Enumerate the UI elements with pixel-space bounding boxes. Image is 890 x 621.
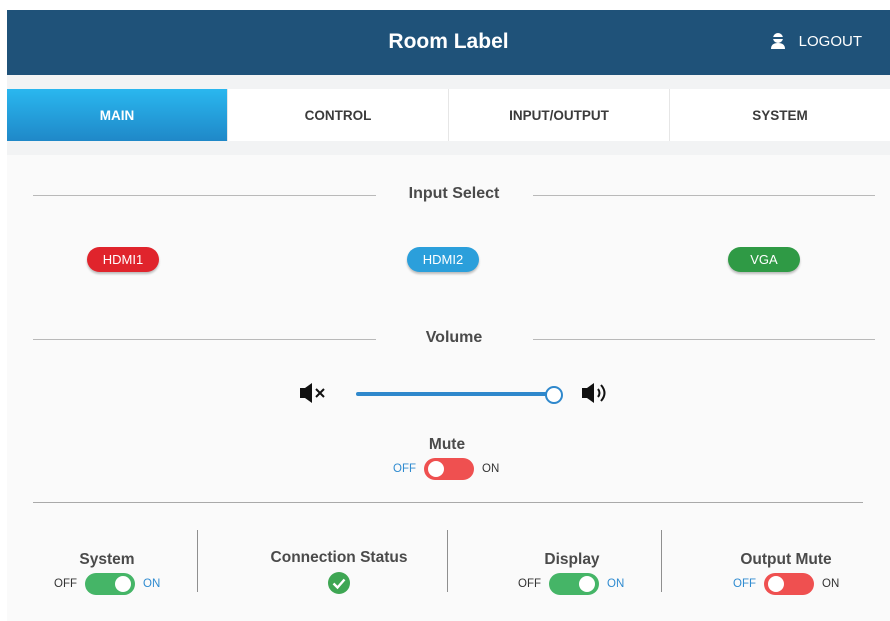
tab-input-output[interactable]: INPUT/OUTPUT — [449, 89, 670, 141]
system-toggle-row: OFF ON — [54, 573, 160, 595]
output-mute-toggle[interactable] — [764, 573, 814, 595]
display-off-label: OFF — [518, 578, 541, 590]
toggle-knob — [115, 576, 131, 592]
mute-title: Mute — [428, 436, 466, 453]
output-mute-on-label: ON — [822, 578, 840, 590]
user-icon — [770, 33, 785, 49]
input-vga-button[interactable]: VGA — [728, 247, 800, 272]
output-mute-title: Output Mute — [740, 551, 832, 568]
column-separator — [447, 530, 448, 592]
column-separator — [661, 530, 662, 592]
mute-on-label: ON — [482, 463, 500, 475]
volume-mute-icon[interactable] — [299, 382, 329, 404]
logout-label: LOGOUT — [798, 32, 862, 50]
display-title: Display — [544, 551, 600, 568]
volume-title: Volume — [425, 329, 483, 346]
tab-main[interactable]: MAIN — [7, 89, 228, 141]
input-hdmi2-button[interactable]: HDMI2 — [407, 247, 479, 272]
system-off-label: OFF — [54, 578, 77, 590]
toggle-knob — [768, 576, 784, 592]
room-title: Room Label — [388, 30, 509, 53]
output-mute-toggle-row: OFF ON — [733, 573, 839, 595]
volume-header: Volume — [33, 329, 875, 349]
mute-toggle[interactable] — [424, 458, 474, 480]
display-toggle-row: OFF ON — [518, 573, 624, 595]
system-on-label: ON — [143, 578, 161, 590]
display-toggle[interactable] — [549, 573, 599, 595]
input-hdmi1-button[interactable]: HDMI1 — [87, 247, 159, 272]
column-separator — [197, 530, 198, 592]
volume-slider-thumb[interactable] — [545, 386, 563, 404]
toggle-knob — [428, 461, 444, 477]
system-title: System — [79, 551, 135, 568]
section-divider — [33, 502, 863, 503]
output-mute-off-label: OFF — [733, 578, 756, 590]
volume-slider-track[interactable] — [356, 392, 553, 396]
logout-button[interactable]: LOGOUT — [769, 32, 862, 50]
volume-max-icon[interactable] — [581, 381, 611, 405]
tab-bar: MAIN CONTROL INPUT/OUTPUT SYSTEM — [7, 89, 890, 141]
connection-status-title: Connection Status — [270, 549, 408, 566]
input-select-title: Input Select — [408, 185, 500, 202]
toggle-knob — [579, 576, 595, 592]
mute-toggle-row: OFF ON — [393, 458, 499, 480]
app-frame: Room Label LOGOUT MAIN CONTROL INPUT/OUT… — [7, 10, 890, 621]
mute-off-label: OFF — [393, 463, 416, 475]
tab-system[interactable]: SYSTEM — [670, 89, 890, 141]
system-toggle[interactable] — [85, 573, 135, 595]
main-panel: Input Select HDMI1 HDMI2 VGA Volume Mute… — [7, 155, 890, 621]
display-on-label: ON — [607, 578, 625, 590]
input-select-header: Input Select — [33, 185, 875, 205]
tab-control[interactable]: CONTROL — [228, 89, 449, 141]
check-circle-icon — [328, 572, 350, 594]
header-bar: Room Label LOGOUT — [7, 10, 890, 75]
